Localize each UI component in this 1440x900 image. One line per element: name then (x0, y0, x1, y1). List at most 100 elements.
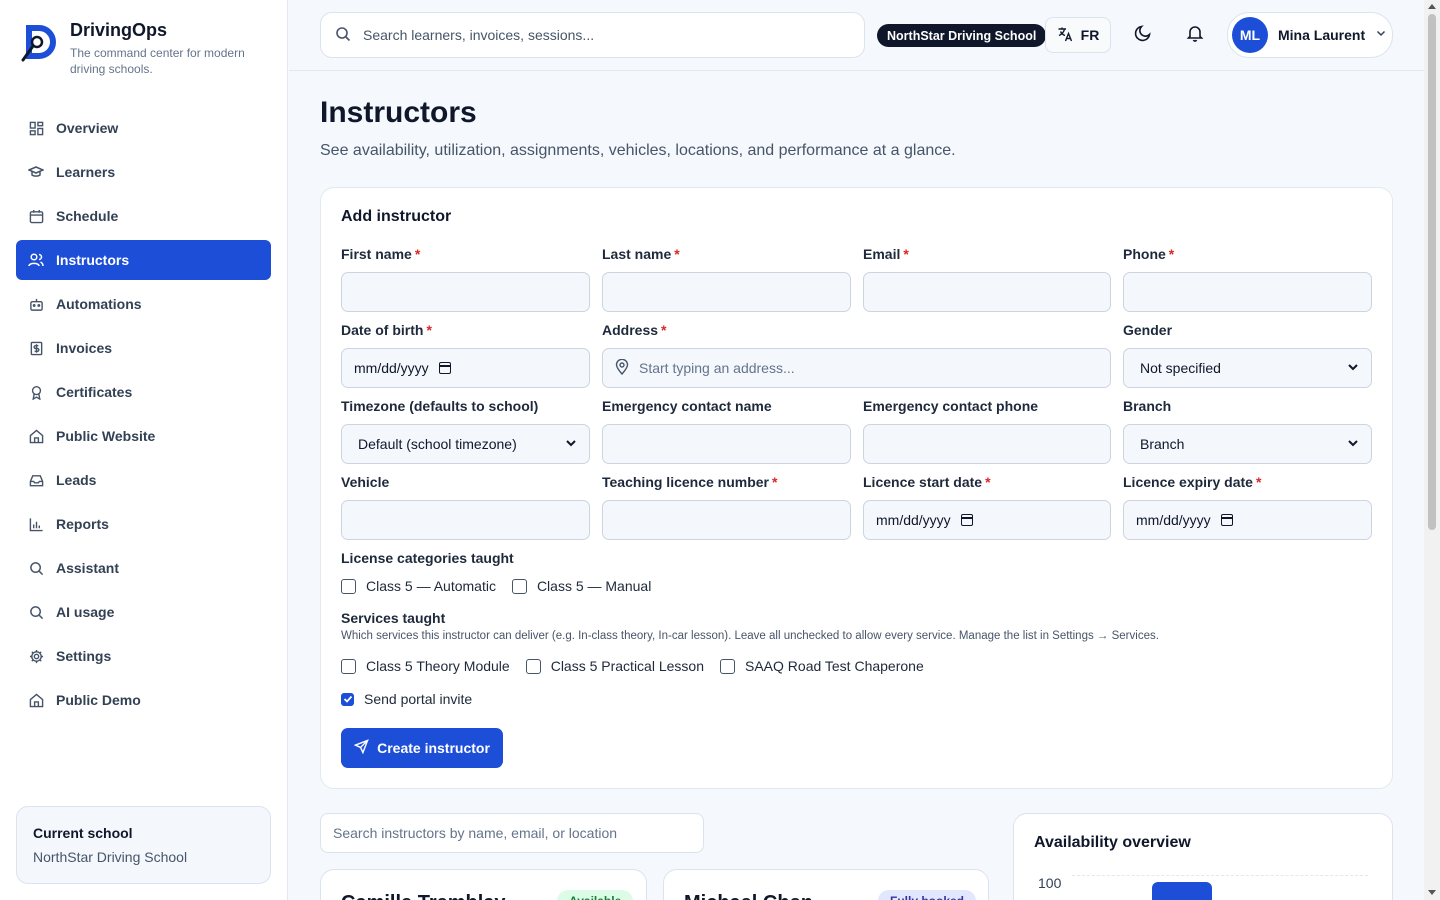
vehicle-input[interactable] (341, 500, 590, 540)
checkbox[interactable] (341, 578, 356, 594)
checkbox[interactable] (511, 578, 527, 594)
sidebar-item-label: Overview (56, 120, 119, 136)
required-marker: * (661, 322, 667, 338)
timezone-select[interactable]: Default (school timezone) (341, 424, 590, 464)
sidebar-item-public-website[interactable]: Public Website (16, 416, 271, 456)
emergency-phone-input[interactable] (863, 424, 1111, 464)
scroll-down-arrow-icon[interactable] (1428, 890, 1436, 895)
calendar-icon[interactable] (438, 362, 451, 374)
licence-number-label: Teaching licence number * (602, 474, 851, 492)
sidebar-item-schedule[interactable]: Schedule (16, 196, 271, 236)
current-school-card: Current school NorthStar Driving School (16, 806, 271, 884)
home-icon (28, 692, 44, 708)
sidebar-item-label: Assistant (56, 560, 120, 576)
create-instructor-button[interactable]: Create instructor (341, 728, 503, 768)
licence-expiry-group: Licence expiry date * mm/dd/yyyy (1123, 474, 1372, 540)
service-theory[interactable]: Class 5 Theory Module (341, 658, 510, 674)
dob-input[interactable]: mm/dd/yyyy (341, 348, 590, 388)
checkbox[interactable] (720, 658, 735, 674)
global-search-input[interactable]: Search learners, invoices, sessions... (320, 12, 865, 58)
email-input[interactable] (863, 272, 1111, 312)
instructor-name: Camille Tremblay (341, 892, 506, 900)
last-name-input[interactable] (602, 272, 851, 312)
school-badge: NorthStar Driving School (877, 24, 1047, 47)
translate-icon (1057, 26, 1073, 45)
timezone-value: Default (school timezone) (358, 436, 517, 452)
sidebar-item-assistant[interactable]: Assistant (16, 548, 271, 588)
instructor-card[interactable]: Camille Tremblay Available (320, 869, 647, 900)
moon-icon (1134, 24, 1152, 47)
categories-label: License categories taught (341, 550, 514, 566)
checkbox-label: Class 5 Practical Lesson (550, 658, 704, 674)
dob-group: Date of birth * mm/dd/yyyy (341, 322, 590, 388)
instructor-name: Michael Chen (684, 892, 813, 900)
sidebar-item-label: Automations (56, 296, 142, 312)
calendar-icon[interactable] (960, 514, 973, 526)
language-toggle-button[interactable]: FR (1045, 17, 1111, 53)
licence-number-input[interactable] (602, 500, 851, 540)
address-input[interactable]: Start typing an address... (602, 348, 1111, 388)
branch-select[interactable]: Branch (1123, 424, 1372, 464)
sidebar-item-label: AI usage (56, 604, 115, 620)
check-icon (343, 695, 352, 703)
chart-gridline (1072, 875, 1368, 876)
brand-name: DrivingOps (70, 20, 168, 40)
last-name-label-text: Last name (602, 246, 672, 262)
inbox-icon (28, 472, 44, 488)
sidebar-item-public-demo[interactable]: Public Demo (16, 680, 271, 720)
notifications-button[interactable] (1180, 20, 1210, 50)
brand[interactable]: DrivingOps The command center for modern… (18, 18, 260, 77)
instructor-search-input[interactable]: Search instructors by name, email, or lo… (320, 813, 704, 853)
page-scrollbar[interactable] (1424, 0, 1440, 900)
sidebar-item-certificates[interactable]: Certificates (16, 372, 271, 412)
status-badge: Fully booked (878, 890, 977, 900)
licence-expiry-value: mm/dd/yyyy (1136, 512, 1211, 528)
user-menu-button[interactable]: ML Mina Laurent (1227, 12, 1393, 58)
required-marker: * (772, 474, 778, 490)
licence-expiry-input[interactable]: mm/dd/yyyy (1123, 500, 1372, 540)
category-manual[interactable]: Class 5 — Manual (511, 578, 651, 594)
gear-icon (28, 648, 44, 664)
checkbox-label: Class 5 Theory Module (366, 658, 510, 674)
checkbox[interactable] (525, 658, 541, 674)
scroll-up-arrow-icon[interactable] (1428, 4, 1436, 9)
calendar-icon[interactable] (1220, 514, 1233, 526)
sidebar-item-settings[interactable]: Settings (16, 636, 271, 676)
search-icon (28, 560, 44, 576)
sidebar-item-label: Certificates (56, 384, 133, 400)
sidebar-item-reports[interactable]: Reports (16, 504, 271, 544)
services-label: Services taught (341, 610, 446, 626)
checkbox[interactable] (341, 658, 356, 674)
sidebar-item-label: Learners (56, 164, 116, 180)
dark-mode-toggle[interactable] (1128, 20, 1158, 50)
first-name-input[interactable] (341, 272, 590, 312)
sidebar-item-instructors[interactable]: Instructors (16, 240, 271, 280)
chevron-down-icon (565, 436, 577, 452)
emergency-name-input[interactable] (602, 424, 851, 464)
checkbox-checked[interactable] (341, 692, 354, 706)
service-practical[interactable]: Class 5 Practical Lesson (525, 658, 704, 674)
availability-title: Availability overview (1034, 834, 1191, 851)
sidebar-item-label: Reports (56, 516, 109, 532)
gender-select[interactable]: Not specified (1123, 348, 1372, 388)
scroll-thumb[interactable] (1428, 14, 1436, 530)
sidebar-item-leads[interactable]: Leads (16, 460, 271, 500)
required-marker: * (674, 246, 680, 262)
instructor-card[interactable]: Michael Chen Fully booked (663, 869, 989, 900)
category-automatic[interactable]: Class 5 — Automatic (341, 578, 496, 594)
driving-ops-logo-icon (18, 18, 60, 66)
licence-start-input[interactable]: mm/dd/yyyy (863, 500, 1111, 540)
sidebar-item-overview[interactable]: Overview (16, 108, 271, 148)
dob-label: Date of birth * (341, 322, 590, 340)
branch-group: Branch Branch (1123, 398, 1372, 464)
sidebar-item-automations[interactable]: Automations (16, 284, 271, 324)
phone-input[interactable] (1123, 272, 1372, 312)
service-road-test[interactable]: SAAQ Road Test Chaperone (720, 658, 924, 674)
sidebar-item-invoices[interactable]: Invoices (16, 328, 271, 368)
sidebar-item-ai-usage[interactable]: AI usage (16, 592, 271, 632)
phone-label: Phone * (1123, 246, 1372, 264)
portal-invite-option[interactable]: Send portal invite (341, 691, 472, 707)
licence-expiry-label: Licence expiry date * (1123, 474, 1372, 492)
bot-icon (28, 296, 44, 312)
sidebar-item-learners[interactable]: Learners (16, 152, 271, 192)
